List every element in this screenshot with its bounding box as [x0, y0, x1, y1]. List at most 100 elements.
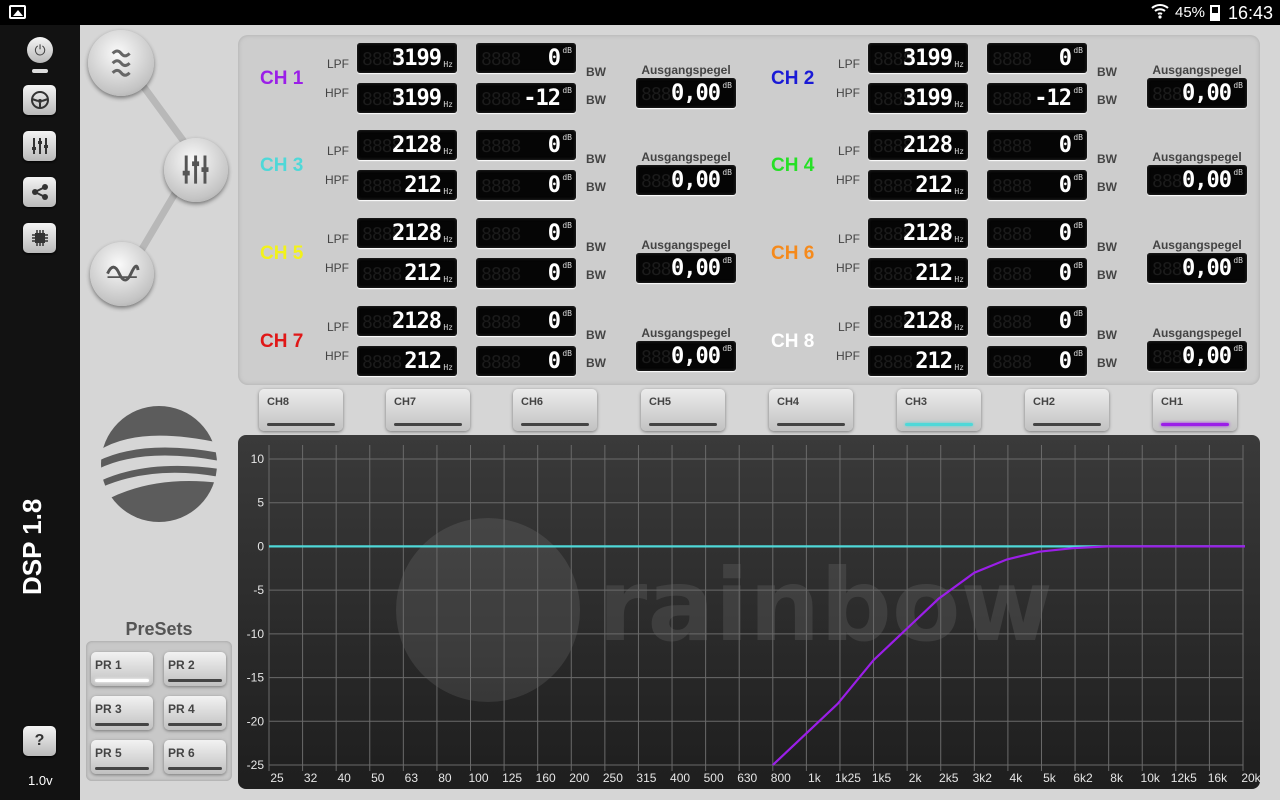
lpf-frequency-display[interactable]: 8888 2128 Hz [357, 306, 457, 336]
lpf-bandwidth-label: BW [586, 152, 606, 166]
hpf-gain-display[interactable]: 8888 0 dB [987, 170, 1087, 200]
lpf-frequency-display[interactable]: 8888 3199 Hz [357, 43, 457, 73]
y-tick-label: 0 [257, 539, 264, 553]
output-level-display[interactable]: 8888 0,00 dB [636, 341, 736, 371]
channel-label: CH 1 [260, 68, 304, 89]
lpf-gain-display[interactable]: 8888 0 dB [987, 43, 1087, 73]
hpf-frequency-display[interactable]: 8888 212 Hz [868, 170, 968, 200]
help-button[interactable]: ? [23, 726, 56, 756]
hpf-gain-display[interactable]: 8888 -12 dB [987, 83, 1087, 113]
app-title: DSP 1.8 [17, 498, 47, 595]
lpf-bandwidth-label: BW [586, 240, 606, 254]
lpf-frequency-display[interactable]: 8888 2128 Hz [868, 306, 968, 336]
output-level-display[interactable]: 8888 0,00 dB [636, 165, 736, 195]
hpf-bandwidth-label: BW [1097, 356, 1117, 370]
hpf-frequency-display[interactable]: 8888 212 Hz [357, 346, 457, 376]
x-tick-label: 16k [1208, 771, 1228, 785]
output-level-label: Ausgangspegel [641, 150, 731, 164]
lpf-frequency-display[interactable]: 8888 2128 Hz [357, 130, 457, 160]
gallery-icon [9, 5, 26, 19]
frequency-response-chart: rainbow 25 32 40 50 63 80 100 125 160 200 250 315 400… [238, 435, 1260, 789]
lpf-gain-display[interactable]: 8888 0 dB [476, 218, 576, 248]
hpf-bandwidth-label: BW [1097, 93, 1117, 107]
lpf-frequency-display[interactable]: 8888 2128 Hz [868, 130, 968, 160]
hpf-frequency-display[interactable]: 8888 3199 Hz [868, 83, 968, 113]
lpf-bandwidth-label: BW [586, 65, 606, 79]
channel-tab[interactable]: CH8 [259, 389, 343, 431]
x-tick-label: 250 [603, 771, 623, 785]
lpf-gain-display[interactable]: 8888 0 dB [476, 306, 576, 336]
x-tick-label: 4k [1010, 771, 1024, 785]
routing-icon[interactable] [23, 177, 56, 207]
lpf-frequency-display[interactable]: 8888 2128 Hz [357, 218, 457, 248]
hpf-frequency-display[interactable]: 8888 212 Hz [868, 258, 968, 288]
x-tick-label: 63 [405, 771, 419, 785]
y-tick-label: 10 [251, 452, 265, 466]
hpf-bandwidth-label: BW [1097, 180, 1117, 194]
channel-label: CH 4 [771, 155, 815, 176]
waveform-icon[interactable] [90, 242, 154, 306]
channel-tab[interactable]: CH3 [897, 389, 981, 431]
hpf-bandwidth-label: BW [586, 180, 606, 194]
preset-button-3[interactable]: PR 3 [91, 696, 153, 730]
channel-tab[interactable]: CH6 [513, 389, 597, 431]
power-icon[interactable]: ⏻ [27, 37, 53, 63]
preset-button-1[interactable]: PR 1 [91, 652, 153, 686]
chip-icon[interactable] [23, 223, 56, 253]
channel-label: CH 7 [260, 331, 304, 352]
filter-icon[interactable] [88, 30, 154, 96]
brand-logo [98, 403, 220, 525]
output-level-display[interactable]: 8888 0,00 dB [636, 253, 736, 283]
hpf-frequency-display[interactable]: 8888 212 Hz [357, 170, 457, 200]
hpf-gain-display[interactable]: 8888 -12 dB [476, 83, 576, 113]
lpf-gain-display[interactable]: 8888 0 dB [476, 130, 576, 160]
lpf-label: LPF [327, 232, 350, 246]
lpf-gain-display[interactable]: 8888 0 dB [987, 218, 1087, 248]
hpf-gain-display[interactable]: 8888 0 dB [476, 258, 576, 288]
lpf-frequency-display[interactable]: 8888 3199 Hz [868, 43, 968, 73]
steering-wheel-icon[interactable] [23, 85, 56, 115]
channel-tab[interactable]: CH4 [769, 389, 853, 431]
hpf-frequency-display[interactable]: 8888 212 Hz [357, 258, 457, 288]
preset-button-5[interactable]: PR 5 [91, 740, 153, 774]
preset-button-2[interactable]: PR 2 [164, 652, 226, 686]
hpf-gain-display[interactable]: 8888 0 dB [987, 258, 1087, 288]
lpf-frequency-display[interactable]: 8888 2128 Hz [868, 218, 968, 248]
lpf-bandwidth-label: BW [1097, 65, 1117, 79]
version-label: 1.0v [28, 773, 53, 788]
output-level-display[interactable]: 8888 0,00 dB [1147, 341, 1247, 371]
output-level-label: Ausgangspegel [1152, 63, 1242, 77]
x-tick-label: 5k [1043, 771, 1057, 785]
channel-tab[interactable]: CH2 [1025, 389, 1109, 431]
x-tick-label: 160 [536, 771, 556, 785]
output-level-label: Ausgangspegel [1152, 150, 1242, 164]
equalizer-icon[interactable] [164, 138, 228, 202]
lpf-gain-display[interactable]: 8888 0 dB [476, 43, 576, 73]
hpf-gain-display[interactable]: 8888 0 dB [476, 170, 576, 200]
output-level-label: Ausgangspegel [1152, 238, 1242, 252]
hpf-gain-display[interactable]: 8888 0 dB [476, 346, 576, 376]
hpf-gain-display[interactable]: 8888 0 dB [987, 346, 1087, 376]
channel-tab[interactable]: CH1 [1153, 389, 1237, 431]
channel-tab[interactable]: CH7 [386, 389, 470, 431]
y-tick-label: 5 [257, 496, 264, 510]
y-tick-label: -10 [247, 627, 265, 641]
hpf-frequency-display[interactable]: 8888 212 Hz [868, 346, 968, 376]
y-tick-label: -5 [253, 583, 264, 597]
lpf-gain-display[interactable]: 8888 0 dB [987, 306, 1087, 336]
output-level-display[interactable]: 8888 0,00 dB [1147, 78, 1247, 108]
hpf-frequency-display[interactable]: 8888 3199 Hz [357, 83, 457, 113]
lpf-bandwidth-label: BW [1097, 152, 1117, 166]
output-level-display[interactable]: 8888 0,00 dB [1147, 165, 1247, 195]
preset-button-6[interactable]: PR 6 [164, 740, 226, 774]
channel-tab[interactable]: CH5 [641, 389, 725, 431]
channel-label: CH 3 [260, 155, 304, 176]
preset-button-4[interactable]: PR 4 [164, 696, 226, 730]
lpf-label: LPF [327, 144, 350, 158]
output-level-display[interactable]: 8888 0,00 dB [636, 78, 736, 108]
x-tick-label: 1k25 [835, 771, 861, 785]
mixer-sliders-icon[interactable] [23, 131, 56, 161]
output-level-display[interactable]: 8888 0,00 dB [1147, 253, 1247, 283]
lpf-gain-display[interactable]: 8888 0 dB [987, 130, 1087, 160]
lpf-label: LPF [327, 320, 350, 334]
